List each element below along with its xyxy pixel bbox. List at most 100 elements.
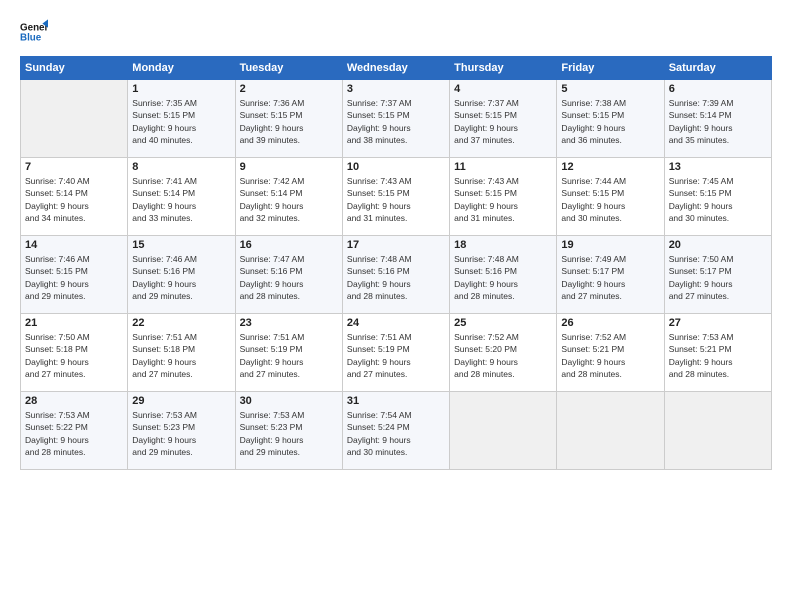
calendar-day: 7Sunrise: 7:40 AM Sunset: 5:14 PM Daylig…	[21, 158, 128, 236]
day-info: Sunrise: 7:53 AM Sunset: 5:22 PM Dayligh…	[25, 409, 123, 458]
calendar-day: 27 Sunrise: 7:53 AM Sunset: 5:21 PM Dayli…	[664, 314, 771, 392]
day-number: 3	[347, 83, 445, 95]
calendar-week-row: 7Sunrise: 7:40 AM Sunset: 5:14 PM Daylig…	[21, 158, 772, 236]
day-info: Sunrise: 7:53 AM Sunset: 5:23 PM Dayligh…	[132, 409, 230, 458]
day-number: 27	[669, 317, 767, 329]
calendar-week-row: 14 Sunrise: 7:46 AM Sunset: 5:15 PM Dayli…	[21, 236, 772, 314]
calendar-week-row: 28 Sunrise: 7:53 AM Sunset: 5:22 PM Dayli…	[21, 392, 772, 470]
day-info: Sunrise: 7:43 AM Sunset: 5:15 PM Dayligh…	[347, 175, 445, 224]
day-info: Sunrise: 7:50 AM Sunset: 5:17 PM Dayligh…	[669, 253, 767, 302]
calendar-day: 3 Sunrise: 7:37 AM Sunset: 5:15 PM Daylig…	[342, 80, 449, 158]
day-number: 19	[561, 239, 659, 251]
calendar-day: 15 Sunrise: 7:46 AM Sunset: 5:16 PM Dayli…	[128, 236, 235, 314]
calendar-empty	[664, 392, 771, 470]
calendar-week-row: 1 Sunrise: 7:35 AM Sunset: 5:15 PM Daylig…	[21, 80, 772, 158]
day-info: Sunrise: 7:53 AM Sunset: 5:21 PM Dayligh…	[669, 331, 767, 380]
day-number: 26	[561, 317, 659, 329]
calendar-day: 31 Sunrise: 7:54 AM Sunset: 5:24 PM Dayli…	[342, 392, 449, 470]
day-number: 8	[132, 161, 230, 173]
day-info: Sunrise: 7:48 AM Sunset: 5:16 PM Dayligh…	[454, 253, 552, 302]
day-number: 11	[454, 161, 552, 173]
day-info: Sunrise: 7:37 AM Sunset: 5:15 PM Dayligh…	[347, 97, 445, 146]
day-number: 17	[347, 239, 445, 251]
calendar-day: 16Sunrise: 7:47 AM Sunset: 5:16 PM Dayli…	[235, 236, 342, 314]
calendar-empty	[450, 392, 557, 470]
weekday-header: Friday	[557, 57, 664, 80]
day-info: Sunrise: 7:52 AM Sunset: 5:21 PM Dayligh…	[561, 331, 659, 380]
day-number: 12	[561, 161, 659, 173]
calendar-day: 18 Sunrise: 7:48 AM Sunset: 5:16 PM Dayli…	[450, 236, 557, 314]
calendar-day: 20 Sunrise: 7:50 AM Sunset: 5:17 PM Dayli…	[664, 236, 771, 314]
day-info: Sunrise: 7:39 AM Sunset: 5:14 PM Dayligh…	[669, 97, 767, 146]
calendar-day: 13 Sunrise: 7:45 AM Sunset: 5:15 PM Dayli…	[664, 158, 771, 236]
day-info: Sunrise: 7:46 AM Sunset: 5:15 PM Dayligh…	[25, 253, 123, 302]
day-info: Sunrise: 7:45 AM Sunset: 5:15 PM Dayligh…	[669, 175, 767, 224]
day-number: 18	[454, 239, 552, 251]
day-info: Sunrise: 7:38 AM Sunset: 5:15 PM Dayligh…	[561, 97, 659, 146]
day-number: 23	[240, 317, 338, 329]
day-number: 22	[132, 317, 230, 329]
weekday-header: Thursday	[450, 57, 557, 80]
calendar-header-row: SundayMondayTuesdayWednesdayThursdayFrid…	[21, 57, 772, 80]
day-info: Sunrise: 7:51 AM Sunset: 5:19 PM Dayligh…	[347, 331, 445, 380]
calendar-day: 30 Sunrise: 7:53 AM Sunset: 5:23 PM Dayli…	[235, 392, 342, 470]
calendar-day: 6Sunrise: 7:39 AM Sunset: 5:14 PM Daylig…	[664, 80, 771, 158]
calendar-day: 19 Sunrise: 7:49 AM Sunset: 5:17 PM Dayli…	[557, 236, 664, 314]
day-info: Sunrise: 7:53 AM Sunset: 5:23 PM Dayligh…	[240, 409, 338, 458]
day-number: 13	[669, 161, 767, 173]
day-number: 2	[240, 83, 338, 95]
calendar-day: 11 Sunrise: 7:43 AM Sunset: 5:15 PM Dayli…	[450, 158, 557, 236]
logo-icon: General Blue	[20, 18, 48, 46]
svg-text:Blue: Blue	[20, 32, 42, 43]
day-info: Sunrise: 7:51 AM Sunset: 5:19 PM Dayligh…	[240, 331, 338, 380]
day-info: Sunrise: 7:37 AM Sunset: 5:15 PM Dayligh…	[454, 97, 552, 146]
weekday-header: Monday	[128, 57, 235, 80]
day-info: Sunrise: 7:36 AM Sunset: 5:15 PM Dayligh…	[240, 97, 338, 146]
calendar-day: 8 Sunrise: 7:41 AM Sunset: 5:14 PM Daylig…	[128, 158, 235, 236]
calendar-week-row: 21Sunrise: 7:50 AM Sunset: 5:18 PM Dayli…	[21, 314, 772, 392]
weekday-header: Sunday	[21, 57, 128, 80]
calendar-empty	[557, 392, 664, 470]
day-info: Sunrise: 7:42 AM Sunset: 5:14 PM Dayligh…	[240, 175, 338, 224]
calendar-day: 25 Sunrise: 7:52 AM Sunset: 5:20 PM Dayli…	[450, 314, 557, 392]
day-number: 25	[454, 317, 552, 329]
day-info: Sunrise: 7:43 AM Sunset: 5:15 PM Dayligh…	[454, 175, 552, 224]
day-number: 24	[347, 317, 445, 329]
calendar-day: 23 Sunrise: 7:51 AM Sunset: 5:19 PM Dayli…	[235, 314, 342, 392]
calendar-day: 21Sunrise: 7:50 AM Sunset: 5:18 PM Dayli…	[21, 314, 128, 392]
day-info: Sunrise: 7:41 AM Sunset: 5:14 PM Dayligh…	[132, 175, 230, 224]
day-number: 21	[25, 317, 123, 329]
page: General Blue SundayMondayTuesdayWednesda…	[0, 0, 792, 612]
day-info: Sunrise: 7:51 AM Sunset: 5:18 PM Dayligh…	[132, 331, 230, 380]
day-info: Sunrise: 7:49 AM Sunset: 5:17 PM Dayligh…	[561, 253, 659, 302]
calendar-day: 14 Sunrise: 7:46 AM Sunset: 5:15 PM Dayli…	[21, 236, 128, 314]
calendar-day: 28 Sunrise: 7:53 AM Sunset: 5:22 PM Dayli…	[21, 392, 128, 470]
day-number: 30	[240, 395, 338, 407]
day-number: 10	[347, 161, 445, 173]
day-info: Sunrise: 7:48 AM Sunset: 5:16 PM Dayligh…	[347, 253, 445, 302]
day-number: 14	[25, 239, 123, 251]
day-info: Sunrise: 7:52 AM Sunset: 5:20 PM Dayligh…	[454, 331, 552, 380]
calendar-day: 17 Sunrise: 7:48 AM Sunset: 5:16 PM Dayli…	[342, 236, 449, 314]
day-number: 7	[25, 161, 123, 173]
calendar-day: 22 Sunrise: 7:51 AM Sunset: 5:18 PM Dayli…	[128, 314, 235, 392]
day-info: Sunrise: 7:47 AM Sunset: 5:16 PM Dayligh…	[240, 253, 338, 302]
weekday-header: Saturday	[664, 57, 771, 80]
day-number: 9	[240, 161, 338, 173]
day-number: 29	[132, 395, 230, 407]
day-info: Sunrise: 7:35 AM Sunset: 5:15 PM Dayligh…	[132, 97, 230, 146]
weekday-header: Wednesday	[342, 57, 449, 80]
calendar-table: SundayMondayTuesdayWednesdayThursdayFrid…	[20, 56, 772, 470]
day-info: Sunrise: 7:44 AM Sunset: 5:15 PM Dayligh…	[561, 175, 659, 224]
day-number: 28	[25, 395, 123, 407]
day-info: Sunrise: 7:54 AM Sunset: 5:24 PM Dayligh…	[347, 409, 445, 458]
day-number: 1	[132, 83, 230, 95]
day-number: 20	[669, 239, 767, 251]
day-number: 31	[347, 395, 445, 407]
calendar-empty	[21, 80, 128, 158]
calendar-day: 5Sunrise: 7:38 AM Sunset: 5:15 PM Daylig…	[557, 80, 664, 158]
day-number: 4	[454, 83, 552, 95]
day-number: 15	[132, 239, 230, 251]
calendar-day: 1 Sunrise: 7:35 AM Sunset: 5:15 PM Daylig…	[128, 80, 235, 158]
day-info: Sunrise: 7:46 AM Sunset: 5:16 PM Dayligh…	[132, 253, 230, 302]
